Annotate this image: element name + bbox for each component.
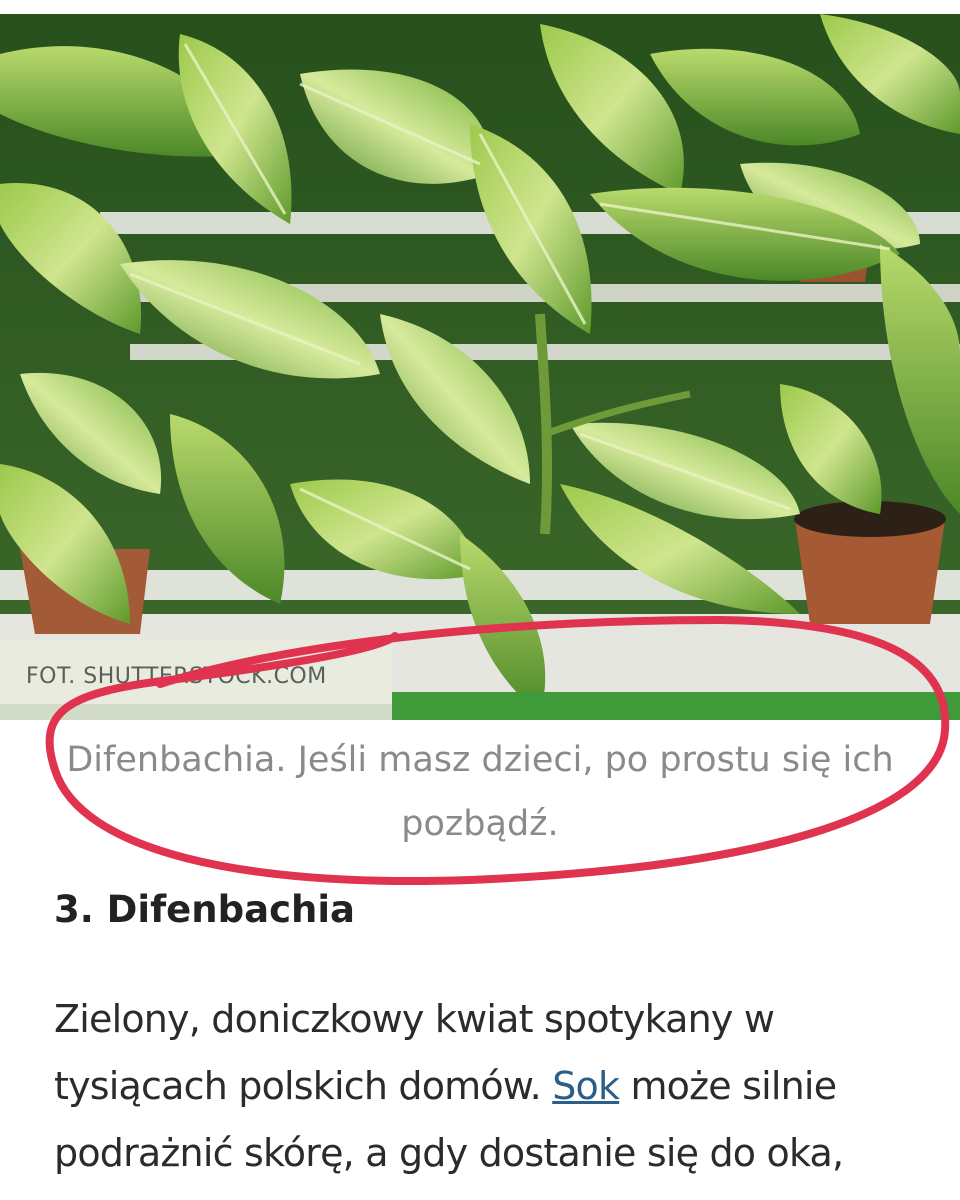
- article-page: FOT. SHUTTERSTOCK.COM Difenbachia. Jeśli…: [0, 0, 960, 1200]
- dieffenbachia-plant-image: [0, 14, 960, 720]
- photo-credit: FOT. SHUTTERSTOCK.COM: [26, 664, 327, 689]
- article-body: Zielony, doniczkowy kwiat spotykany w ty…: [54, 986, 934, 1187]
- caption-line-2: pozbądź.: [401, 804, 559, 844]
- sok-link[interactable]: Sok: [552, 1064, 620, 1108]
- section-heading: 3. Difenbachia: [54, 888, 355, 931]
- article-photo: [0, 14, 960, 720]
- caption-line-1: Difenbachia. Jeśli masz dzieci, po prost…: [66, 740, 894, 780]
- green-strip: [392, 692, 960, 720]
- photo-caption: Difenbachia. Jeśli masz dzieci, po prost…: [40, 728, 920, 856]
